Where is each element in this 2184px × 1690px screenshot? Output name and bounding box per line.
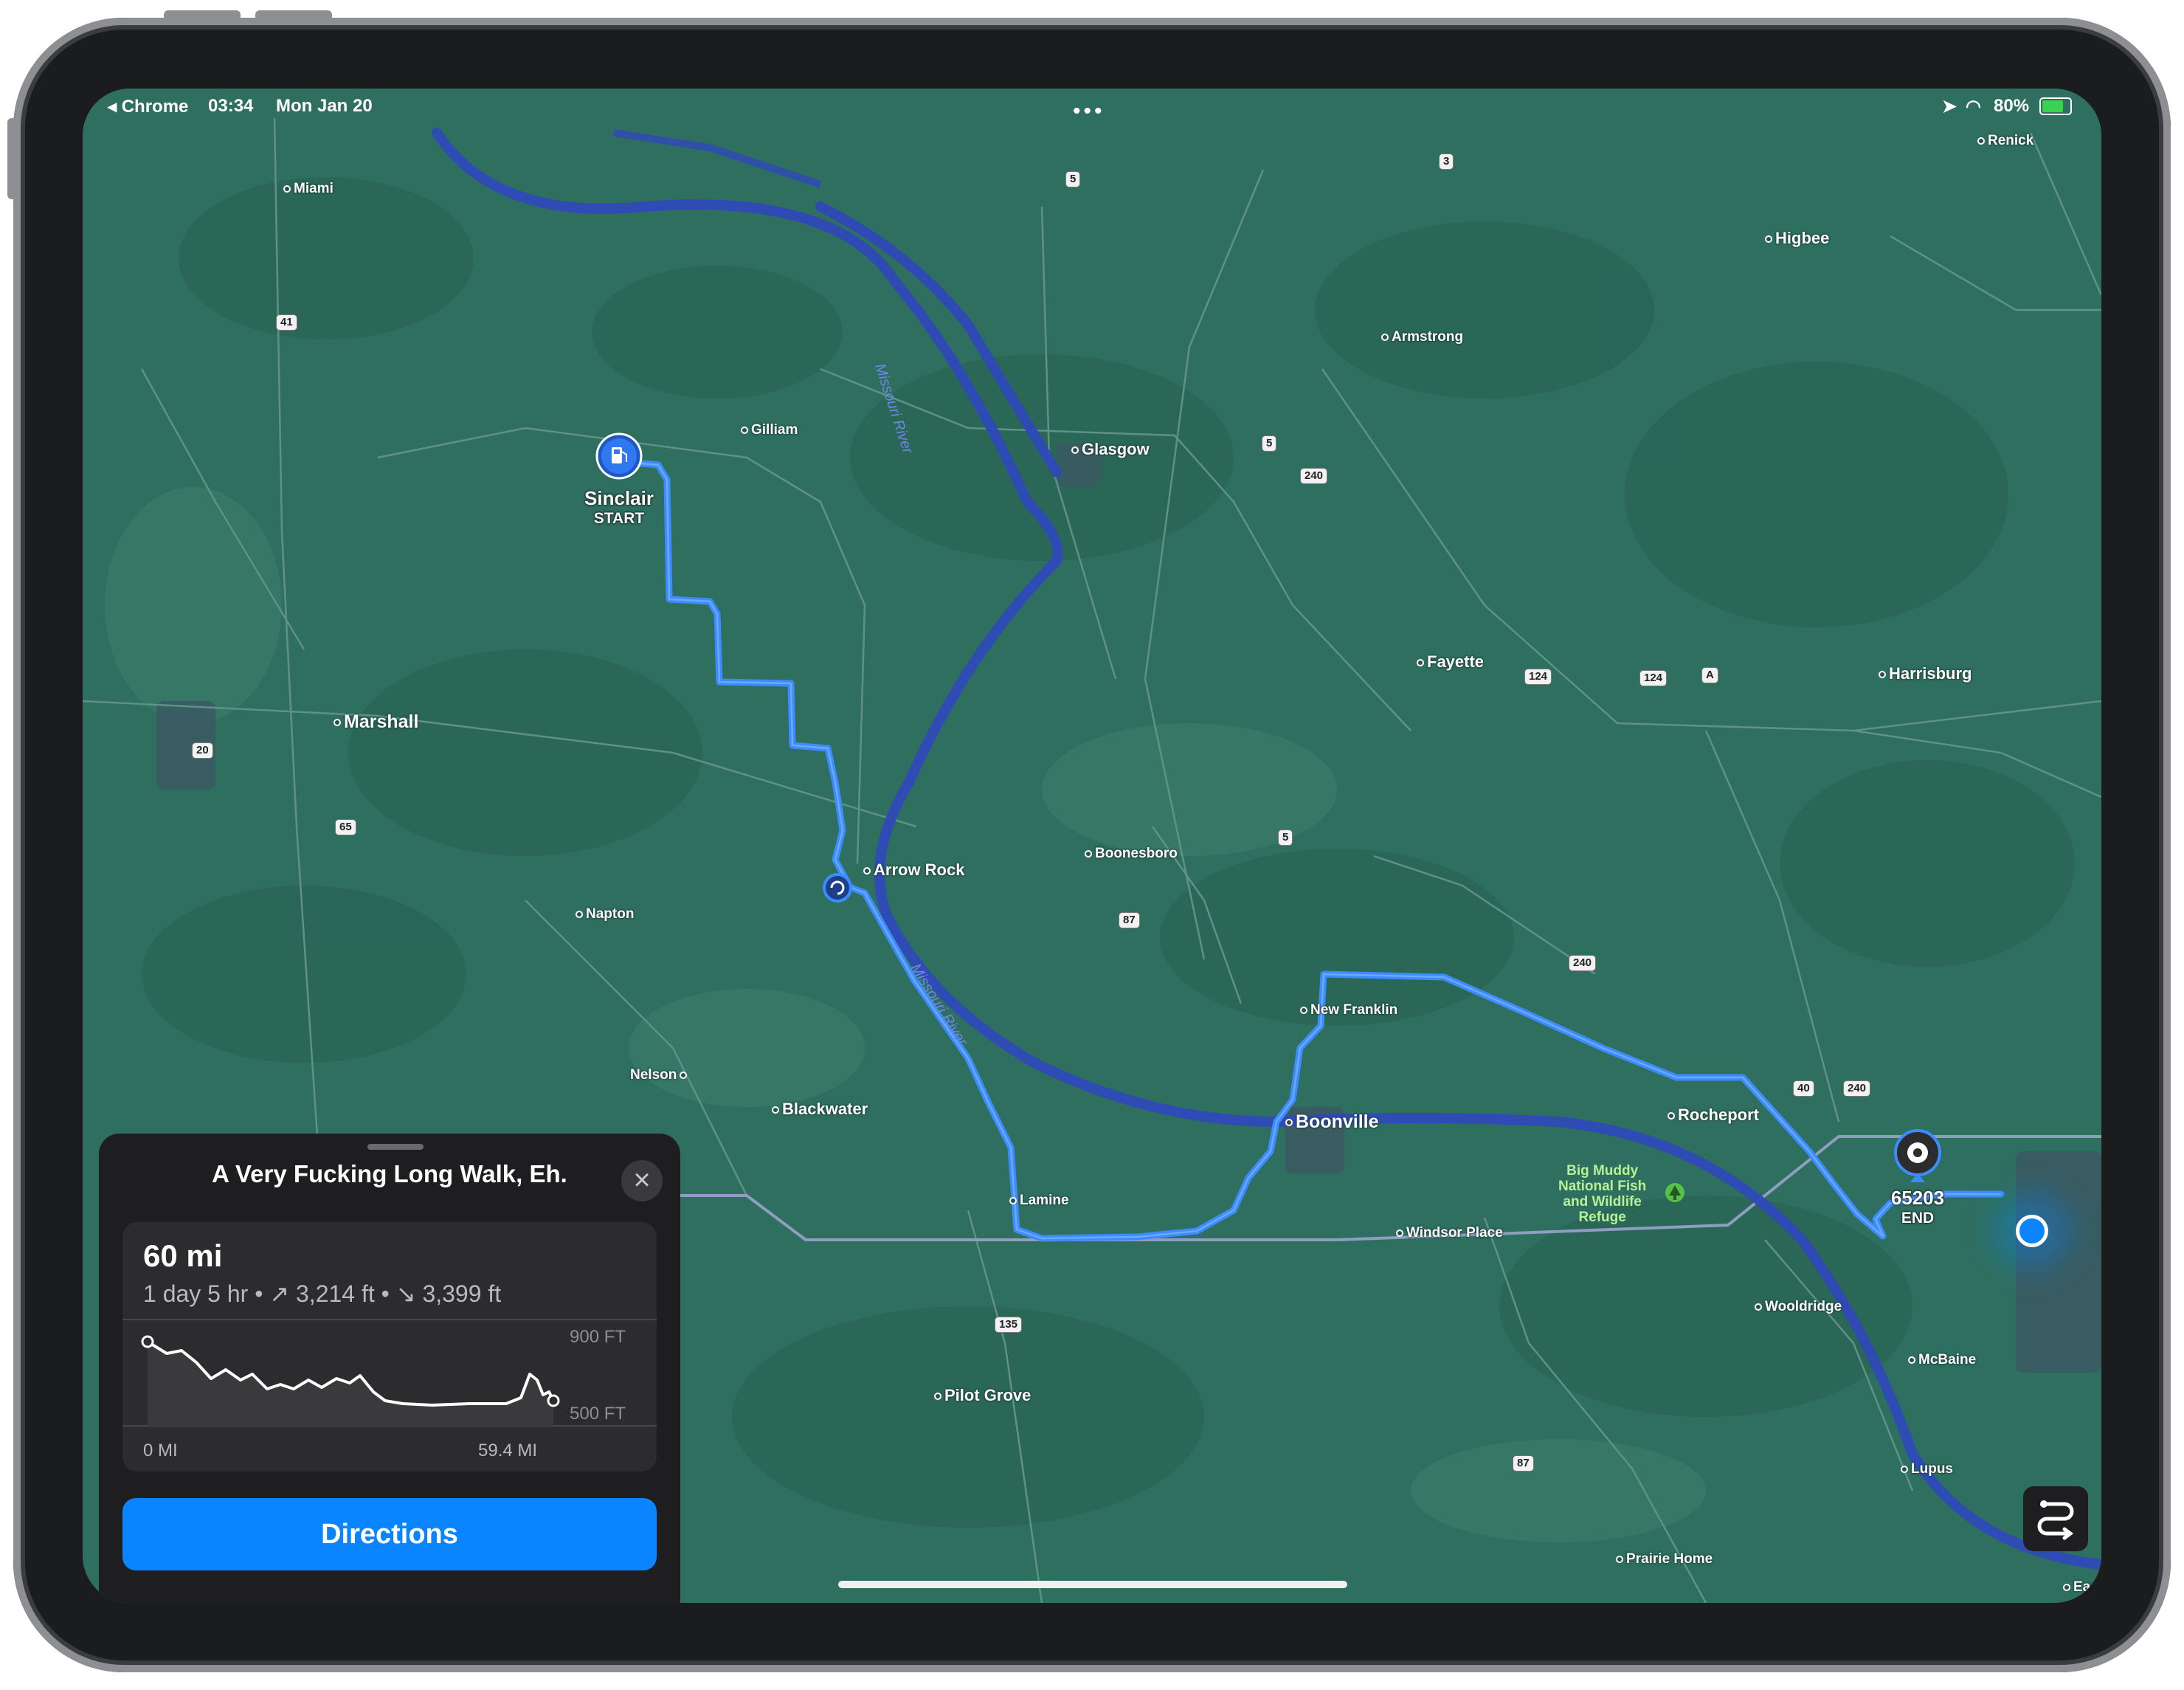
wifi-icon: ◠ (1966, 97, 1981, 117)
place-label[interactable]: Fayette (1417, 652, 1484, 672)
elevation-start-point (141, 1335, 154, 1348)
elevation-end-point (547, 1394, 560, 1407)
place-label[interactable]: Wooldridge (1755, 1299, 1842, 1315)
elevation-max-label: 900 FT (570, 1327, 626, 1347)
battery-icon (2039, 97, 2072, 115)
highway-shield: 240 (1300, 468, 1328, 484)
place-label[interactable]: McBaine (1908, 1352, 1976, 1368)
volume-button (255, 10, 332, 21)
place-label[interactable]: Marshall (334, 711, 418, 733)
highway-shield: 65 (335, 819, 356, 835)
place-label[interactable]: New Franklin (1300, 1002, 1397, 1018)
highway-shield: A (1701, 667, 1718, 683)
end-label[interactable]: 65203 END (1873, 1187, 1962, 1227)
start-pin-icon (595, 432, 643, 480)
route-title: A Very Fucking Long Walk, Eh. (212, 1160, 567, 1187)
highway-shield: 135 (995, 1317, 1023, 1333)
highway-shield: 5 (1278, 830, 1293, 846)
start-label[interactable]: Sinclair START (574, 487, 664, 528)
highway-shield: 87 (1119, 912, 1140, 928)
route-icon (2037, 1500, 2074, 1540)
place-label[interactable]: Nelson (630, 1067, 690, 1083)
close-button[interactable]: × (621, 1160, 663, 1201)
distance-end-label: 59.4 MI (478, 1441, 538, 1460)
loop-marker-icon (823, 873, 852, 903)
current-location-dot[interactable] (2016, 1215, 2048, 1247)
battery-percent: 80% (1994, 96, 2030, 116)
place-label[interactable]: Higbee (1765, 229, 1829, 248)
highway-shield: 124 (1524, 669, 1552, 685)
route-duration: 1 day 5 hr (143, 1280, 249, 1307)
highway-shield: 124 (1639, 670, 1668, 686)
highway-shield: 40 (1793, 1080, 1814, 1097)
highway-shield: 20 (192, 742, 213, 759)
place-label[interactable]: Renick (1977, 133, 2033, 149)
place-label[interactable]: Harrisburg (1879, 664, 1972, 683)
place-label[interactable]: Eas (2063, 1579, 2098, 1596)
highway-shield: 87 (1513, 1455, 1534, 1472)
route-distance: 60 mi (143, 1238, 223, 1273)
place-label[interactable]: Lamine (1009, 1193, 1069, 1209)
power-button (7, 118, 16, 199)
highway-shield: 240 (1569, 955, 1597, 971)
elevation-min-label: 500 FT (570, 1404, 626, 1424)
volume-button (164, 10, 241, 21)
status-time: 03:34 (208, 96, 254, 116)
back-to-app-link[interactable]: ◂ Chrome (108, 96, 188, 117)
place-label[interactable]: Gilliam (741, 422, 798, 438)
place-label[interactable]: Windsor Place (1396, 1225, 1503, 1241)
highway-shield: 5 (1262, 435, 1277, 452)
panel-drag-handle[interactable] (367, 1144, 424, 1150)
route-panel: A Very Fucking Long Walk, Eh. × 60 mi 1 … (99, 1134, 680, 1603)
screen: ◂ Chrome 03:34 Mon Jan 20 ➤ ◠ 80% ••• Mi… (83, 89, 2101, 1603)
place-label[interactable]: Glasgow (1071, 440, 1150, 459)
route-options-button[interactable] (2023, 1486, 2088, 1551)
home-indicator[interactable] (838, 1581, 1347, 1588)
place-label[interactable]: Lupus (1901, 1461, 1953, 1477)
route-stats: 1 day 5 hr • ↗ 3,214 ft • ↘ 3,399 ft (143, 1280, 502, 1307)
place-label[interactable]: Rocheport (1668, 1106, 1759, 1125)
highway-shield: 5 (1065, 171, 1081, 187)
place-label[interactable]: Miami (283, 181, 334, 197)
multitasking-icon[interactable]: ••• (1073, 99, 1105, 124)
route-ascent: 3,214 ft (296, 1280, 375, 1307)
place-label[interactable]: Boonesboro (1085, 846, 1178, 862)
park-icon (1665, 1183, 1684, 1202)
highway-shield: 3 (1439, 154, 1454, 170)
highway-shield: 240 (1843, 1080, 1871, 1097)
place-label[interactable]: Arrow Rock (863, 860, 964, 880)
place-label[interactable]: Armstrong (1381, 329, 1463, 345)
status-date: Mon Jan 20 (276, 96, 373, 116)
place-label[interactable]: Pilot Grove (934, 1386, 1031, 1405)
place-label[interactable]: Blackwater (772, 1100, 868, 1119)
place-label[interactable]: Prairie Home (1616, 1551, 1713, 1567)
place-label[interactable]: Napton (576, 906, 634, 922)
distance-start-label: 0 MI (143, 1441, 178, 1460)
highway-shield: 41 (276, 314, 297, 331)
place-label[interactable]: Boonville (1285, 1111, 1379, 1133)
directions-button[interactable]: Directions (122, 1498, 657, 1570)
close-icon: × (633, 1164, 651, 1196)
ascent-icon: ↗ (269, 1280, 290, 1307)
descent-icon: ↘ (395, 1280, 416, 1307)
location-arrow-icon: ➤ (1942, 97, 1957, 117)
route-summary-card[interactable]: 60 mi 1 day 5 hr • ↗ 3,214 ft • ↘ 3,399 … (122, 1222, 657, 1472)
route-descent: 3,399 ft (422, 1280, 502, 1307)
refuge-label[interactable]: Big Muddy National Fish and Wildlife Ref… (1558, 1163, 1646, 1225)
